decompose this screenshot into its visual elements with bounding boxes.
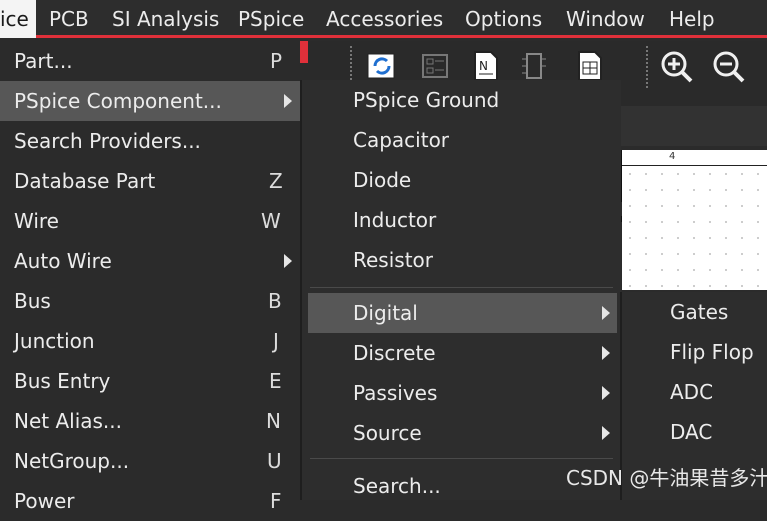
- menu-pcb[interactable]: PCB: [49, 0, 89, 38]
- menu-item-label: Digital: [353, 301, 418, 325]
- shortcut-label: P: [270, 49, 283, 73]
- menu-item-pspice-ground[interactable]: PSpice Ground: [302, 80, 621, 120]
- menu-item-capacitor[interactable]: Capacitor: [302, 120, 621, 160]
- shortcut-label: J: [273, 329, 279, 353]
- place-menu: Part... P PSpice Component... Search Pro…: [0, 41, 300, 513]
- toolbar-accent: [300, 41, 308, 63]
- menu-item-label: Auto Wire: [14, 249, 112, 273]
- menu-item-label: Bus Entry: [14, 369, 111, 393]
- menu-item-label: Junction: [14, 329, 95, 353]
- menu-si-analysis[interactable]: SI Analysis: [112, 0, 219, 38]
- menu-bar: ice PCB SI Analysis PSpice Accessories O…: [0, 0, 767, 38]
- menu-item-label: Database Part: [14, 169, 156, 193]
- menu-item-label: Discrete: [353, 341, 436, 365]
- menu-item-label: NetGroup...: [14, 449, 130, 473]
- menu-pspice[interactable]: PSpice: [238, 0, 304, 38]
- submenu-arrow-icon: [284, 94, 292, 108]
- menu-item-label: Part...: [14, 49, 73, 73]
- menu-item-label: Source: [353, 421, 422, 445]
- menu-item-resistor[interactable]: Resistor: [302, 240, 621, 280]
- menu-item-gates[interactable]: Gates: [622, 292, 767, 332]
- menu-help[interactable]: Help: [669, 0, 715, 38]
- menu-item-wire[interactable]: Wire W: [0, 201, 300, 241]
- menu-item-label: ADC: [670, 380, 714, 404]
- menu-item-adc[interactable]: ADC: [622, 372, 767, 412]
- menu-item-label: Diode: [353, 168, 412, 192]
- toolbar-separator: [646, 46, 648, 88]
- menu-place[interactable]: ice: [0, 0, 36, 38]
- menu-item-dac[interactable]: DAC: [622, 412, 767, 452]
- menu-item-label: Net Alias...: [14, 409, 123, 433]
- menu-item-digital[interactable]: Digital: [308, 293, 617, 333]
- shortcut-label: U: [267, 449, 282, 473]
- menu-item-label: PSpice Component...: [14, 89, 222, 113]
- menu-item-label: Passives: [353, 381, 438, 405]
- menu-item-label: PSpice Ground: [353, 88, 500, 112]
- menu-options[interactable]: Options: [465, 0, 542, 38]
- menu-item-label: Search...: [353, 474, 441, 498]
- schematic-canvas[interactable]: [622, 150, 767, 290]
- shortcut-label: Z: [269, 169, 283, 193]
- shortcut-label: W: [261, 209, 281, 233]
- menu-item-label: DAC: [670, 420, 713, 444]
- menu-accessories[interactable]: Accessories: [326, 0, 443, 38]
- menu-item-label: Power: [14, 489, 75, 513]
- shortcut-label: E: [269, 369, 282, 393]
- menu-item-label: Capacitor: [353, 128, 450, 152]
- menu-separator: [310, 287, 613, 288]
- zoom-in-icon[interactable]: [660, 50, 693, 83]
- svg-text:N: N: [479, 59, 488, 73]
- pspice-component-menu: PSpice Ground Capacitor Diode Inductor R…: [300, 80, 621, 500]
- component-icon[interactable]: [518, 50, 550, 82]
- menu-separator: [310, 458, 613, 459]
- menu-item-netgroup[interactable]: NetGroup... U: [0, 441, 300, 481]
- submenu-arrow-icon: [602, 426, 610, 440]
- shortcut-label: B: [268, 289, 282, 313]
- bom-icon[interactable]: [574, 50, 606, 82]
- menu-item-junction[interactable]: Junction J: [0, 321, 300, 361]
- menu-item-power[interactable]: Power F: [0, 481, 300, 521]
- ruler-label: 4: [669, 151, 676, 162]
- menu-item-bus[interactable]: Bus B: [0, 281, 300, 321]
- submenu-arrow-icon: [284, 254, 292, 268]
- menu-window[interactable]: Window: [566, 0, 645, 38]
- refresh-part-icon[interactable]: [366, 50, 398, 82]
- watermark: CSDN @牛油果昔多汁: [566, 466, 767, 490]
- menu-item-label: Flip Flop: [670, 340, 754, 364]
- netlist-icon[interactable]: N: [470, 50, 502, 82]
- menu-item-label: Resistor: [353, 248, 433, 272]
- menu-item-inductor[interactable]: Inductor: [302, 200, 621, 240]
- menu-item-flip-flop[interactable]: Flip Flop: [622, 332, 767, 372]
- menu-item-database-part[interactable]: Database Part Z: [0, 161, 300, 201]
- submenu-arrow-icon: [602, 306, 610, 320]
- menu-item-passives[interactable]: Passives: [302, 373, 621, 413]
- zoom-out-icon[interactable]: [712, 50, 745, 83]
- property-icon[interactable]: [420, 50, 452, 82]
- menu-item-part[interactable]: Part... P: [0, 41, 300, 81]
- menu-item-label: Bus: [14, 289, 51, 313]
- submenu-arrow-icon: [602, 386, 610, 400]
- menu-item-discrete[interactable]: Discrete: [302, 333, 621, 373]
- canvas-ruler: 4: [622, 150, 767, 166]
- menu-item-label: Gates: [670, 300, 729, 324]
- submenu-arrow-icon: [602, 346, 610, 360]
- menu-item-label: Search Providers...: [14, 129, 201, 153]
- menu-item-auto-wire[interactable]: Auto Wire: [0, 241, 300, 281]
- menu-item-source[interactable]: Source: [302, 413, 621, 453]
- shortcut-label: F: [270, 489, 282, 513]
- menu-item-bus-entry[interactable]: Bus Entry E: [0, 361, 300, 401]
- shortcut-label: N: [266, 409, 281, 433]
- menu-item-pspice-component[interactable]: PSpice Component...: [0, 81, 300, 121]
- menu-item-label: Inductor: [353, 208, 437, 232]
- menu-item-diode[interactable]: Diode: [302, 160, 621, 200]
- menu-item-label: Wire: [14, 209, 59, 233]
- menu-item-net-alias[interactable]: Net Alias... N: [0, 401, 300, 441]
- menu-item-search-providers[interactable]: Search Providers...: [0, 121, 300, 161]
